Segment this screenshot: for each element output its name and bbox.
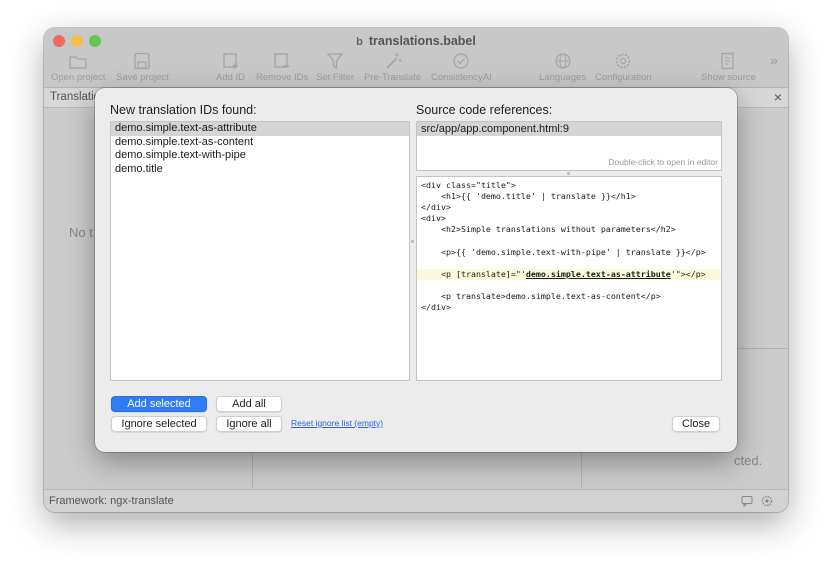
divider	[734, 348, 788, 349]
toolbar-remove-ids[interactable]: Remove IDs	[256, 52, 308, 83]
code-line: <p translate>demo.simple.text-as-content…	[421, 290, 661, 301]
globe-icon	[554, 53, 571, 69]
framework-status: Framework: ngx-translate	[49, 495, 174, 507]
code-line: <p>{{ 'demo.simple.text-with-pipe' | tra…	[421, 246, 706, 257]
close-panel-icon[interactable]: ×	[774, 89, 782, 105]
source-ref-item[interactable]: src/app/app.component.html:9	[417, 122, 721, 136]
source-refs-label: Source code references:	[416, 103, 553, 117]
source-refs-list[interactable]: src/app/app.component.html:9 Double-clic…	[416, 121, 722, 171]
splitter-handle[interactable]	[567, 172, 570, 175]
toolbar-open-project[interactable]: Open project	[51, 52, 105, 83]
settings-icon[interactable]	[761, 495, 773, 507]
toolbar-configuration[interactable]: Configuration	[595, 52, 652, 83]
open-in-editor-hint: Double-click to open in editor	[608, 157, 718, 167]
highlighted-code-line: <p [translate]="'demo.simple.text-as-att…	[417, 268, 721, 280]
save-icon	[134, 52, 151, 70]
document-icon: b	[356, 36, 363, 48]
consistency-icon	[453, 53, 470, 69]
code-line: <div class="title">	[421, 180, 516, 190]
add-selected-button[interactable]: Add selected	[111, 396, 207, 412]
toolbar-show-source[interactable]: Show source	[701, 52, 756, 83]
close-button[interactable]: Close	[672, 416, 720, 432]
toolbar-overflow-icon[interactable]: »	[770, 52, 778, 68]
list-item[interactable]: demo.simple.text-as-content	[111, 136, 409, 150]
remove-ids-icon	[274, 53, 290, 68]
code-preview: <div class="title"> <h1>{{ 'demo.title' …	[416, 176, 722, 381]
new-ids-dialog: New translation IDs found: Source code r…	[95, 88, 737, 452]
list-item[interactable]: demo.title	[111, 163, 409, 177]
splitter-handle[interactable]	[411, 240, 414, 243]
source-icon	[721, 52, 735, 70]
ignore-selected-button[interactable]: Ignore selected	[111, 416, 207, 432]
titlebar: b translations.babel Open project Save pr…	[44, 28, 788, 88]
filter-icon	[326, 53, 344, 70]
new-ids-label: New translation IDs found:	[110, 103, 257, 117]
code-line: </div>	[421, 302, 451, 313]
empty-state-text: No t	[69, 225, 93, 240]
toolbar-pre-translate[interactable]: Pre-Translate	[364, 52, 421, 83]
list-item[interactable]: demo.simple.text-as-attribute	[111, 122, 409, 136]
code-line: </div>	[421, 202, 451, 213]
panel-title: Translatio	[50, 91, 101, 103]
toolbar-save-project[interactable]: Save project	[116, 52, 169, 83]
reset-ignore-list-link[interactable]: Reset ignore list (empty)	[291, 418, 383, 428]
toolbar-set-filter[interactable]: Set Filter	[316, 52, 354, 83]
wand-icon	[386, 53, 402, 69]
ignore-all-button[interactable]: Ignore all	[216, 416, 282, 432]
highlighted-key: demo.simple.text-as-attribute	[525, 268, 671, 279]
code-line: <h2>Simple translations without paramete…	[421, 224, 676, 235]
gear-icon	[615, 53, 631, 69]
toolbar-consistency-ai[interactable]: ConsistencyAI	[431, 52, 492, 83]
add-all-button[interactable]: Add all	[216, 396, 282, 412]
selection-hint-text: cted.	[734, 453, 763, 468]
comment-icon[interactable]	[741, 495, 753, 507]
new-ids-list[interactable]: demo.simple.text-as-attribute demo.simpl…	[110, 121, 410, 381]
status-bar: Framework: ngx-translate	[44, 489, 788, 512]
toolbar-languages[interactable]: Languages	[539, 52, 586, 83]
window-title: b translations.babel	[356, 34, 476, 48]
code-line: <h1>{{ 'demo.title' | translate }}</h1>	[421, 191, 636, 202]
toolbar-add-id[interactable]: Add ID	[216, 52, 245, 83]
add-id-icon	[222, 53, 238, 69]
list-item[interactable]: demo.simple.text-with-pipe	[111, 149, 409, 163]
code-line: <div>	[421, 213, 446, 224]
folder-icon	[69, 56, 87, 69]
